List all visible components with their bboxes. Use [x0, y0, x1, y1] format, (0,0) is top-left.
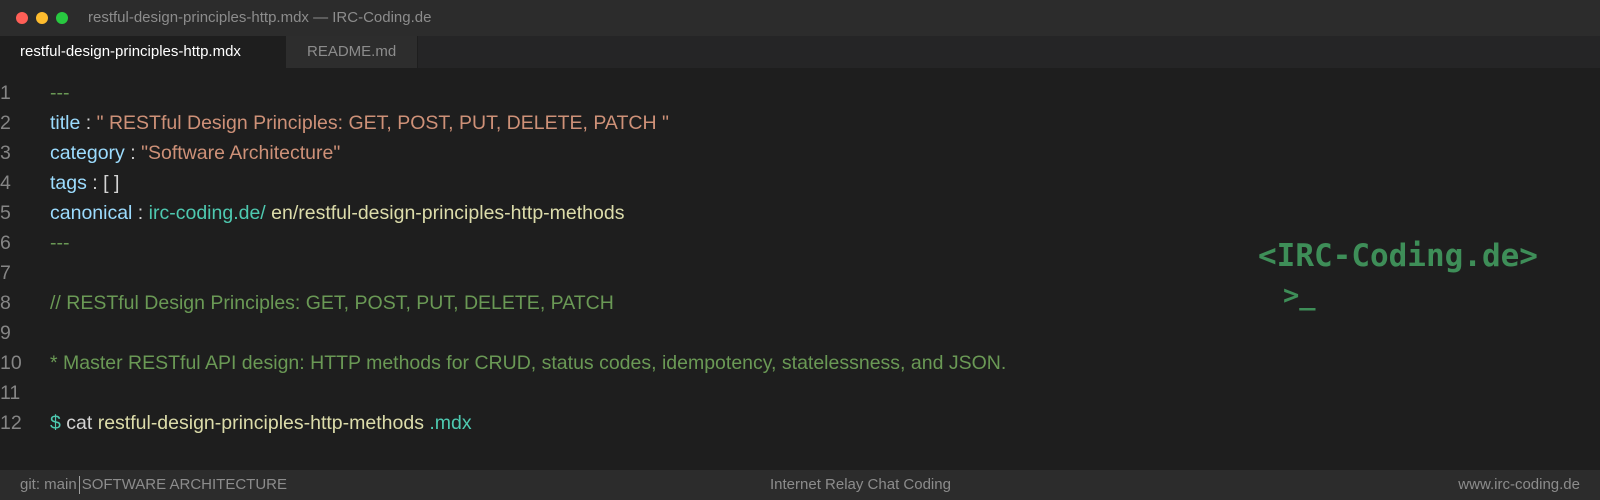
shell-filename: restful-design-principles-http-methods	[92, 412, 424, 434]
description-comment: * Master RESTful API design: HTTP method…	[50, 352, 1007, 374]
title-bar: restful-design-principles-http.mdx — IRC…	[0, 0, 1600, 36]
canonical-path: en/restful-design-principles-http-method…	[265, 202, 625, 224]
frontmatter-key: title	[50, 112, 81, 134]
frontmatter-key: category	[50, 142, 125, 164]
git-branch-status[interactable]: git: main	[20, 476, 77, 493]
frontmatter-value: [ ]	[103, 172, 120, 194]
terminal-prompt-icon: >_	[1283, 280, 1316, 311]
key-separator: :	[86, 172, 104, 194]
shell-command: cat	[60, 412, 93, 434]
line-number: 6	[0, 232, 11, 254]
frontmatter-key: canonical	[50, 202, 133, 224]
category-status: SOFTWARE ARCHITECTURE	[81, 476, 287, 493]
shell-file-extension: .mdx	[423, 412, 472, 434]
canonical-domain: irc-coding.de/	[148, 202, 266, 224]
line-number: 11	[0, 382, 21, 404]
line-number: 9	[0, 322, 11, 344]
line-number: 8	[0, 292, 11, 314]
status-divider	[78, 476, 80, 495]
line-number: 7	[0, 262, 11, 284]
website-link[interactable]: www.irc-coding.de	[1458, 470, 1580, 500]
frontmatter-delimiter: ---	[50, 232, 70, 254]
line-number: 5	[0, 202, 11, 224]
frontmatter-value: " RESTful Design Principles: GET, POST, …	[96, 112, 669, 134]
key-separator: :	[80, 112, 97, 134]
line-number: 10	[0, 352, 22, 374]
line-number: 1	[0, 82, 11, 104]
shell-prompt: $	[50, 412, 61, 434]
frontmatter-delimiter: ---	[50, 82, 70, 104]
frontmatter-key: tags	[50, 172, 87, 194]
code-comment: // RESTful Design Principles: GET, POST,…	[50, 292, 614, 314]
window-title: restful-design-principles-http.mdx — IRC…	[88, 9, 432, 26]
line-number: 12	[0, 412, 22, 434]
line-number: 2	[0, 112, 11, 134]
irc-coding-logo: <IRC-Coding.de>	[1258, 238, 1538, 274]
tab-bar: restful-design-principles-http.mdx READM…	[0, 36, 1600, 68]
line-number: 3	[0, 142, 11, 164]
maximize-window-button[interactable]	[56, 12, 68, 24]
key-separator: :	[132, 202, 149, 224]
status-center-text: Internet Relay Chat Coding	[770, 476, 951, 493]
minimize-window-button[interactable]	[36, 12, 48, 24]
close-window-button[interactable]	[16, 12, 28, 24]
status-bar: git: main SOFTWARE ARCHITECTURE Internet …	[0, 470, 1600, 500]
line-number: 4	[0, 172, 11, 194]
tab-restful-design-principles[interactable]: restful-design-principles-http.mdx	[0, 36, 287, 68]
tab-readme[interactable]: README.md	[287, 36, 418, 68]
key-separator: :	[124, 142, 142, 164]
frontmatter-value: "Software Architecture"	[141, 142, 341, 164]
